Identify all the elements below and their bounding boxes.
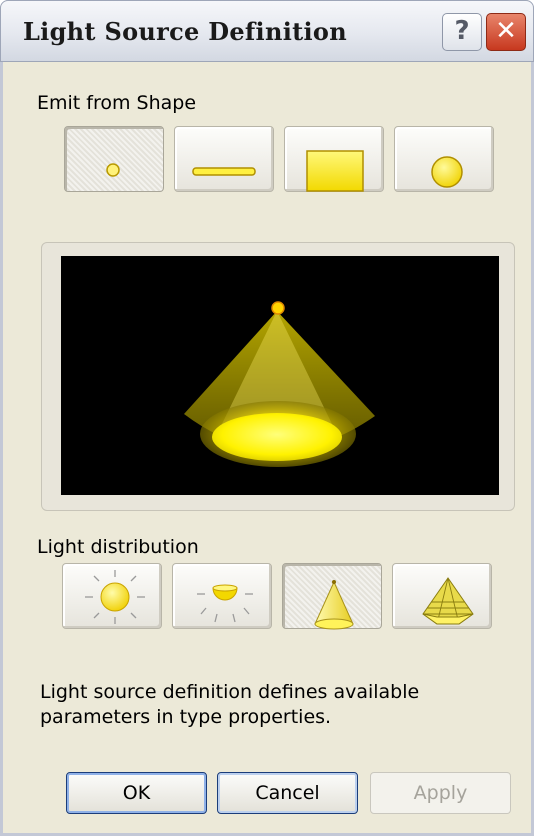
- light-preview: [61, 256, 499, 495]
- distribution-hemispherical-button[interactable]: [172, 563, 272, 629]
- emit-from-shape-label: Emit from Shape: [37, 92, 197, 114]
- distribution-photometric-web-button[interactable]: [392, 563, 492, 629]
- point-shape-icon: [106, 163, 120, 177]
- close-button[interactable]: ✕: [486, 13, 526, 51]
- light-distribution-label: Light distribution: [37, 536, 199, 558]
- spot-distribution-icon: [314, 580, 354, 630]
- emit-line-button[interactable]: [174, 126, 274, 192]
- line-shape-icon: [192, 167, 256, 176]
- circle-shape-icon: [431, 156, 463, 188]
- emit-point-button[interactable]: [64, 126, 164, 192]
- title-bar[interactable]: Light Source Definition ? ✕: [0, 0, 534, 62]
- apply-button[interactable]: Apply: [370, 772, 511, 814]
- distribution-spherical-button[interactable]: [62, 563, 162, 629]
- description-text: Light source definition defines availabl…: [40, 681, 420, 728]
- emit-rectangle-button[interactable]: [284, 126, 384, 192]
- emit-circle-button[interactable]: [394, 126, 494, 192]
- distribution-spot-button[interactable]: [282, 563, 382, 630]
- spherical-distribution-icon: [85, 570, 145, 624]
- ok-button[interactable]: OK: [66, 772, 207, 814]
- window-title: Light Source Definition: [23, 17, 347, 46]
- dialog-window: Light Source Definition ? ✕ Emit from Sh…: [0, 0, 534, 836]
- help-button[interactable]: ?: [442, 13, 482, 51]
- spot-cone-preview: [184, 301, 375, 467]
- cancel-button[interactable]: Cancel: [217, 772, 358, 814]
- rectangle-shape-icon: [306, 150, 364, 192]
- photometric-web-distribution-icon: [422, 577, 474, 625]
- hemispherical-distribution-icon: [197, 584, 253, 623]
